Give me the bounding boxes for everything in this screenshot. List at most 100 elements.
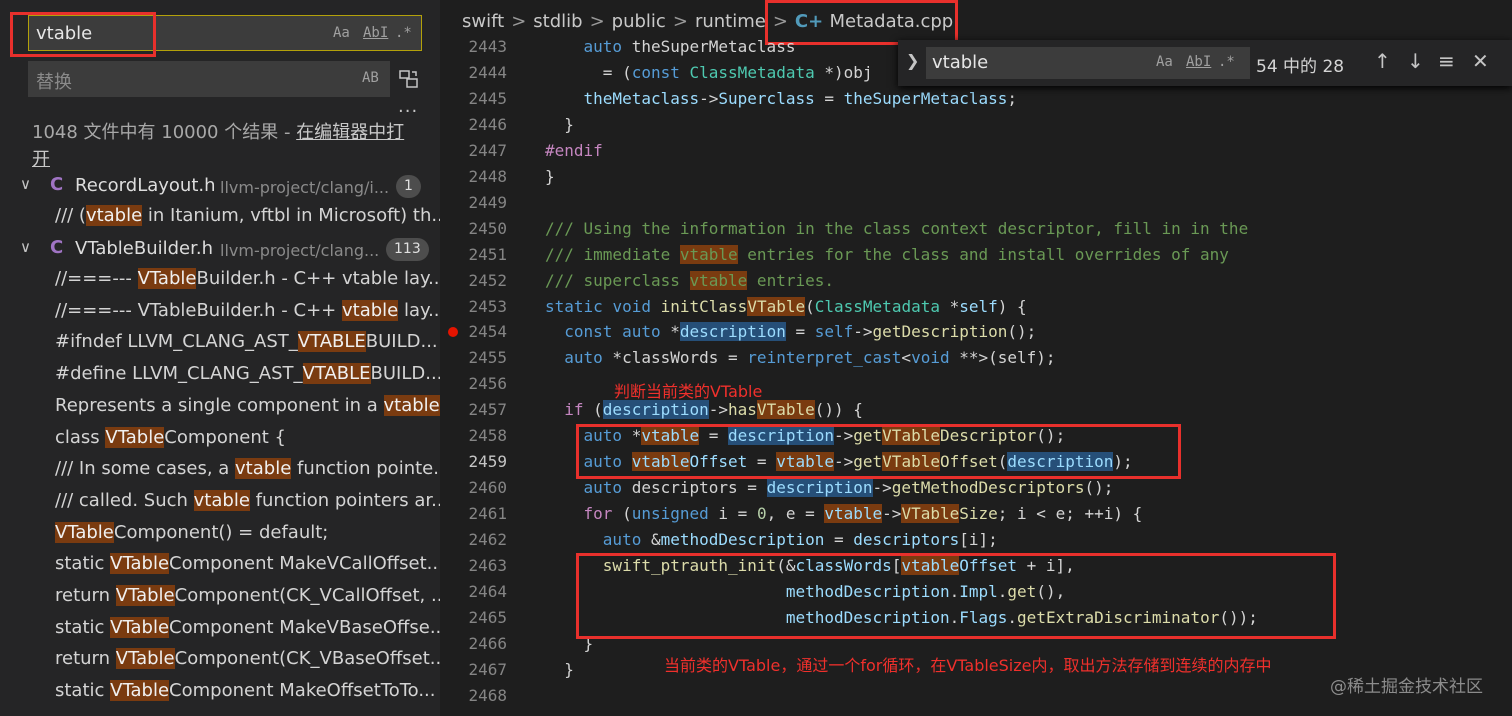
result-match-line[interactable]: /// (vtable in Itanium, vftbl in Microso… (55, 205, 440, 226)
code-line: } (545, 660, 574, 679)
chevron-down-icon[interactable]: ∨ (20, 238, 31, 256)
line-number: 2468 (468, 685, 507, 705)
search-query: vtable (36, 23, 93, 44)
arrow-down-icon[interactable]: ↓ (1407, 49, 1424, 73)
line-number: 2445 (468, 88, 507, 108)
regex-icon[interactable]: .* (395, 25, 412, 41)
code-token: methodDescription (785, 581, 950, 601)
result-match-line[interactable]: #define LLVM_CLANG_AST_VTABLEBUILD... (55, 363, 440, 385)
match-text-before: return (55, 648, 116, 670)
code-token: const (631, 62, 680, 82)
code-token: description (1007, 452, 1114, 472)
result-match-line[interactable]: /// called. Such vtable function pointer… (55, 489, 440, 511)
find-regex-icon[interactable]: .* (1218, 54, 1235, 70)
code-line: #endif (545, 141, 603, 160)
whole-word-icon[interactable]: AbI (363, 25, 388, 41)
result-match-line[interactable]: /// In some cases, a vtable function poi… (55, 458, 440, 480)
code-token: = (814, 88, 844, 108)
result-match-line[interactable]: static VTableComponent MakeVBaseOffse... (55, 616, 440, 638)
breadcrumb: swift > stdlib > public > runtime > C+ Metadata.… (462, 11, 953, 32)
replace-input[interactable]: 替换 AB (28, 61, 390, 97)
match-text-after: Component MakeVCallOffset... (169, 553, 440, 575)
result-match-line[interactable]: class VTableComponent { (55, 426, 440, 448)
match-text-after: BUILD... (370, 363, 440, 385)
result-match-line[interactable]: return VTableComponent(CK_VBaseOffset... (55, 648, 440, 670)
code-token: (), (1036, 581, 1066, 601)
result-match-line[interactable]: return VTableComponent(CK_VCallOffset, .… (55, 585, 440, 606)
match-text-after: function pointers ar... (249, 489, 440, 511)
match-text-after: function pointe... (291, 458, 440, 480)
code-token: * (939, 296, 960, 316)
code-token: VTable (882, 426, 940, 446)
code-token: auto (622, 322, 661, 342)
code-token: (); (1007, 322, 1037, 342)
breadcrumb-separator: > (511, 11, 527, 32)
result-file-row[interactable]: ∨ C VTableBuilder.h llvm-project/clang... 11… (0, 235, 440, 266)
more-options-icon[interactable]: ... (398, 96, 418, 117)
search-input[interactable]: vtable Aa AbI .* (28, 15, 422, 51)
match-text-before: /// ( (55, 205, 86, 226)
match-text-before: #define LLVM_CLANG_AST_ (55, 363, 303, 385)
code-token: theMetaclass (583, 88, 700, 108)
results-summary: 1048 文件中有 10000 个结果 - 在编辑器中打开 (32, 119, 412, 173)
chevron-down-icon[interactable]: ∨ (20, 175, 31, 193)
code-token: VTable (882, 452, 940, 472)
breadcrumb-item[interactable]: swift (462, 11, 504, 32)
replace-all-icon[interactable] (398, 68, 420, 95)
find-input[interactable]: vtable Aa AbI .* (926, 47, 1250, 79)
breadcrumb-item[interactable]: runtime (695, 11, 766, 32)
preserve-case-icon[interactable]: AB (362, 70, 379, 86)
code-token: description (679, 322, 786, 342)
result-file-row[interactable]: ∨ C RecordLayout.h llvm-project/clang/i... 1 (0, 172, 440, 203)
code-token: theSuperMetaclass (622, 37, 796, 56)
code-token: (); (1084, 478, 1114, 498)
result-match-line[interactable]: VTableComponent() = default; (55, 521, 440, 543)
match-highlight: VTable (115, 648, 175, 670)
match-case-icon[interactable]: Aa (333, 25, 350, 41)
c-file-icon: C (50, 237, 64, 258)
match-text-after: BUILD... (365, 331, 438, 353)
code-token: ()); (1219, 607, 1258, 627)
code-token: } (545, 166, 555, 186)
code-token: ( (612, 504, 632, 524)
code-token: VTable (747, 296, 806, 316)
result-match-line[interactable]: Represents a single component in a vtabl… (55, 394, 440, 416)
code-editor: swift > stdlib > public > runtime > C+ Metadata.… (440, 0, 1512, 716)
result-match-line[interactable]: #ifndef LLVM_CLANG_AST_VTABLEBUILD... (55, 331, 440, 353)
line-number: 2448 (468, 166, 507, 186)
breadcrumb-item[interactable]: Metadata.cpp (829, 11, 953, 32)
annotation-note-1: 判断当前类的VTable (614, 382, 763, 401)
code-token: (); (1036, 426, 1066, 446)
code-token: descriptors (853, 530, 960, 550)
code-token: static (545, 296, 603, 316)
code-token: /// immediate (545, 244, 680, 264)
code-token: = (824, 530, 854, 550)
breadcrumb-item[interactable]: public (612, 11, 666, 32)
result-match-line[interactable]: //===--- VTableBuilder.h - C++ vtable la… (55, 299, 440, 321)
close-icon[interactable]: ✕ (1472, 49, 1489, 73)
find-match-case-icon[interactable]: Aa (1156, 54, 1173, 70)
breadcrumb-item[interactable]: stdlib (533, 11, 582, 32)
match-text-before: Represents a single component in a (55, 394, 384, 416)
replace-placeholder: 替换 (36, 72, 72, 93)
code-token: -> (853, 322, 873, 342)
toggle-replace-chevron-icon[interactable]: ❯ (906, 51, 919, 70)
arrow-up-icon[interactable]: ↑ (1374, 49, 1391, 73)
code-line: swift_ptrauth_init(&classWords[vtableOff… (545, 556, 1075, 575)
code-line: /// immediate vtable entries for the cla… (545, 244, 1229, 264)
result-match-line[interactable]: static VTableComponent MakeOffsetToTo... (55, 680, 440, 702)
code-token: vtable (776, 452, 834, 472)
find-in-selection-icon[interactable]: ≡ (1438, 49, 1455, 73)
find-whole-word-icon[interactable]: AbI (1186, 54, 1211, 70)
code-token: description (766, 478, 873, 498)
line-number: 2452 (468, 270, 507, 290)
match-text-before: return (55, 585, 116, 606)
result-match-line[interactable]: static VTableComponent MakeVCallOffset..… (55, 553, 440, 575)
code-token: auto (583, 478, 623, 498)
result-match-line[interactable]: //===--- VTableBuilder.h - C++ vtable la… (55, 268, 440, 289)
